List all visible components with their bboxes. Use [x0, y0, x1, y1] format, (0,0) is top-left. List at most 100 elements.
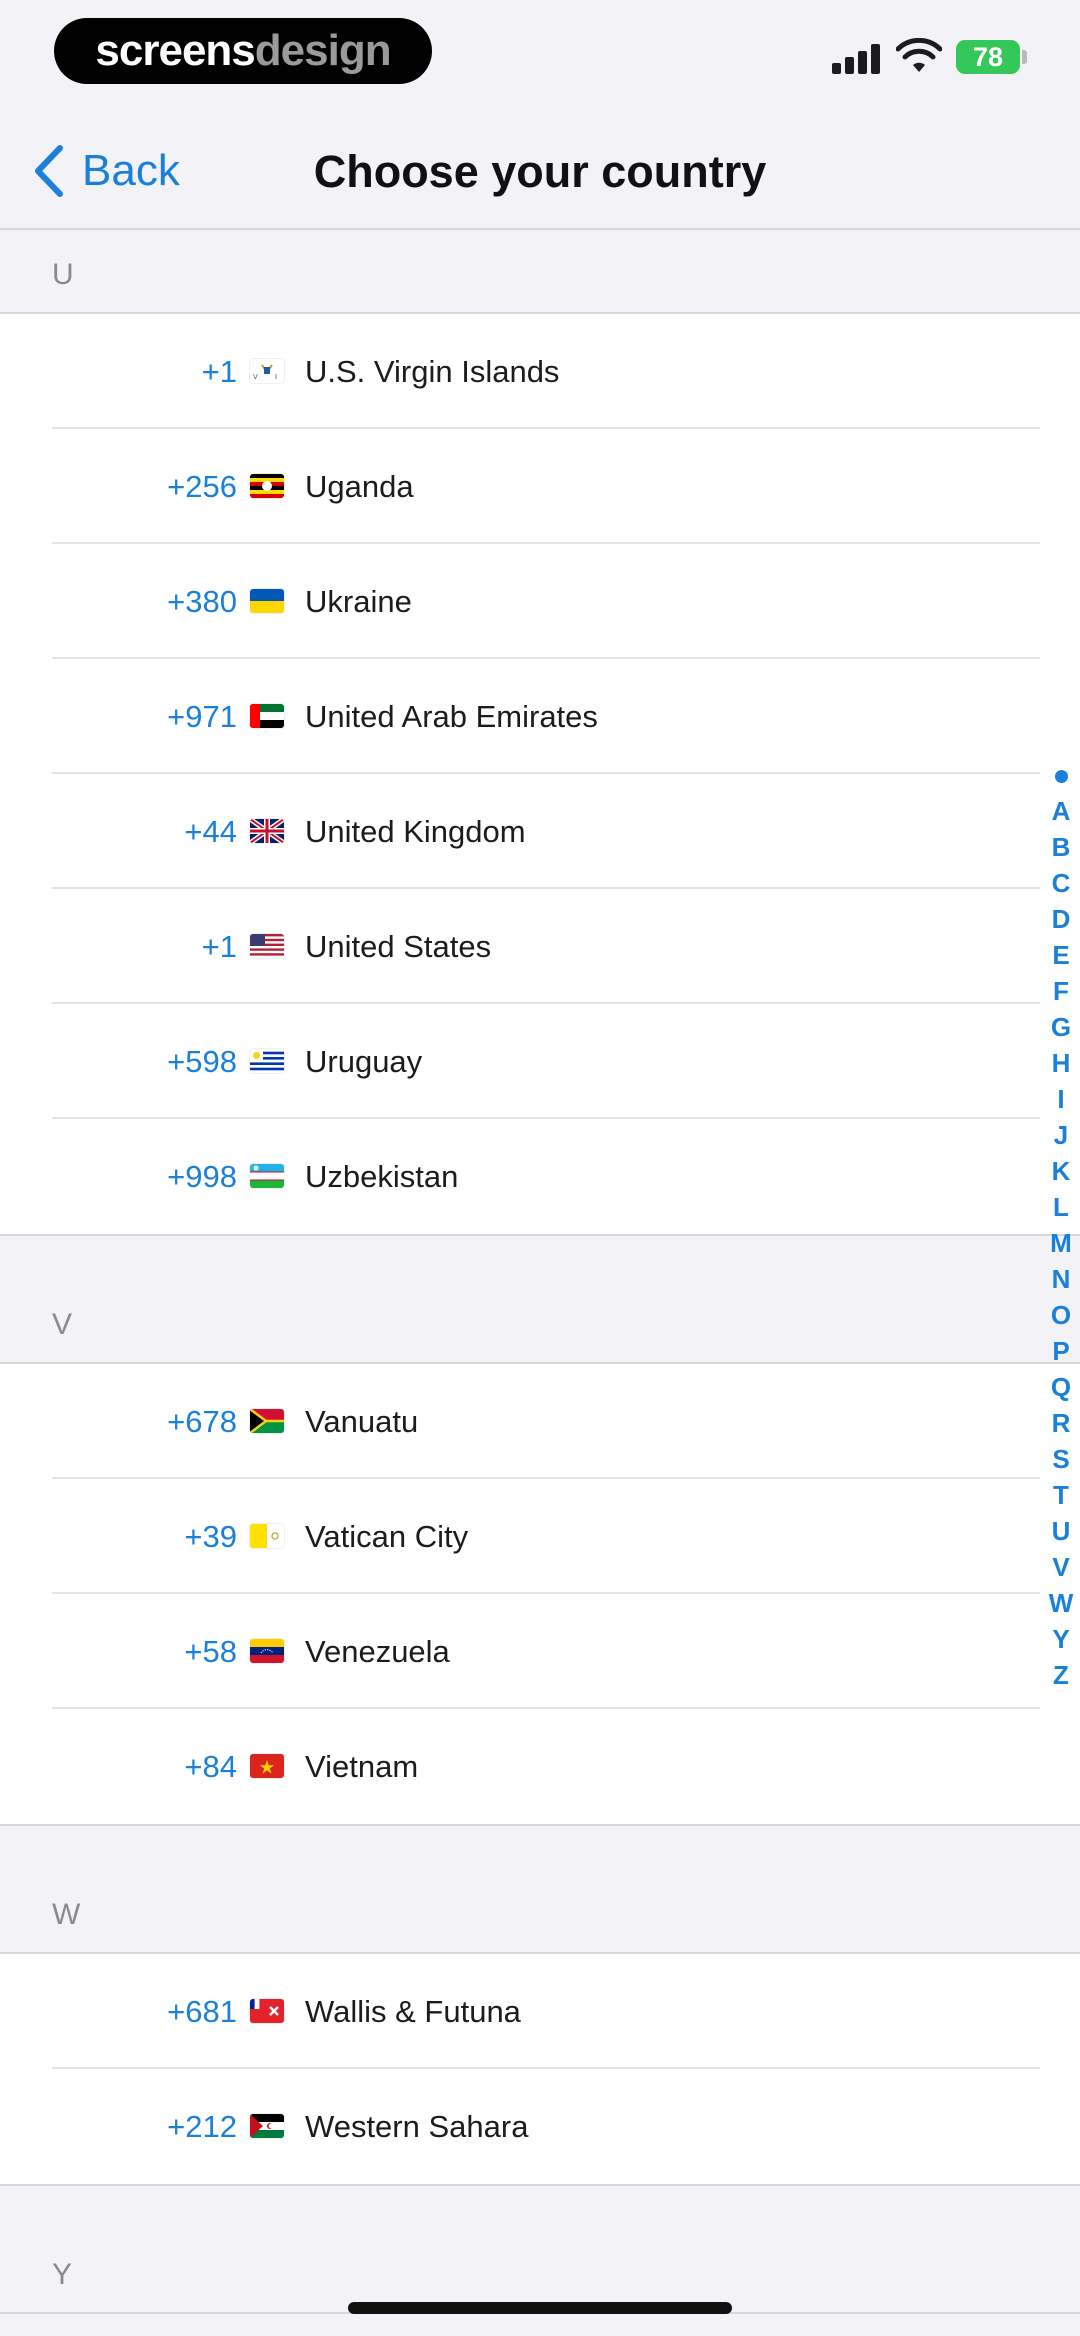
country-picker-screen: screens design 78 Back Choose your countr…: [0, 0, 1080, 2336]
index-letter-k[interactable]: K: [1052, 1153, 1071, 1189]
flag-western-sahara-icon: [250, 2114, 284, 2138]
flag-vietnam-icon: [250, 1754, 284, 1778]
alphabet-index[interactable]: ABCDEFGHIJKLMNOPQRSTUVWYZ: [1046, 770, 1076, 1693]
country-name: Wallis & Futuna: [305, 1993, 521, 2029]
search-index-dot[interactable]: [1054, 770, 1068, 783]
index-letter-p[interactable]: P: [1052, 1333, 1069, 1369]
dial-code: +212: [167, 2108, 237, 2144]
dial-code: +598: [167, 1043, 237, 1079]
index-letter-a[interactable]: A: [1052, 793, 1071, 829]
country-row[interactable]: +598 Uruguay: [0, 1004, 1080, 1119]
flag-wallis-futuna-icon: [250, 1999, 284, 2023]
index-letter-s[interactable]: S: [1052, 1441, 1069, 1477]
index-letter-t[interactable]: T: [1053, 1477, 1069, 1513]
country-row[interactable]: +58 Venezuela: [0, 1594, 1080, 1709]
index-letter-m[interactable]: M: [1050, 1225, 1072, 1261]
dial-code: +380: [167, 583, 237, 619]
index-letter-f[interactable]: F: [1053, 973, 1069, 1009]
watermark-part-1: screens: [95, 26, 255, 75]
index-letter-n[interactable]: N: [1052, 1261, 1071, 1297]
country-row[interactable]: +1 V I U.S. Virgin Islands: [0, 314, 1080, 429]
index-letter-h[interactable]: H: [1052, 1045, 1071, 1081]
status-bar: screens design 78: [0, 0, 1080, 110]
country-row[interactable]: +678 Vanuatu: [0, 1364, 1080, 1479]
flag-vanuatu-icon: [250, 1409, 284, 1433]
index-letter-l[interactable]: L: [1053, 1189, 1069, 1225]
country-row[interactable]: +1 United States: [0, 889, 1080, 1004]
flag-uzbekistan-icon: [250, 1164, 284, 1188]
country-name: Uzbekistan: [305, 1158, 459, 1194]
country-list[interactable]: U +1 V I U.S. Virgin Islands +256 Uganda +380 Uk…: [0, 230, 1080, 2314]
dial-code: +39: [184, 1518, 237, 1554]
battery-icon: 78: [956, 40, 1020, 74]
section-letter: Y: [52, 2258, 73, 2291]
battery-cap: [1022, 50, 1027, 64]
index-letter-g[interactable]: G: [1051, 1009, 1071, 1045]
country-row[interactable]: +44 United Kingdom: [0, 774, 1080, 889]
country-name: Uganda: [305, 468, 414, 504]
cellular-signal-icon: [832, 44, 880, 74]
country-name: Uruguay: [305, 1043, 423, 1079]
battery-level: 78: [972, 41, 1004, 72]
section-header-u: U: [0, 230, 1080, 314]
section-group-w: +681 Wallis & Futuna +212 Western Sahara: [0, 1954, 1080, 2186]
dial-code: +256: [167, 468, 237, 504]
flag-uk-icon: [250, 819, 284, 843]
page-title: Choose your country: [313, 146, 767, 197]
wifi-icon: [896, 38, 942, 72]
country-name: U.S. Virgin Islands: [305, 353, 560, 389]
flag-us-icon: [250, 934, 284, 958]
flag-ukraine-icon: [250, 589, 284, 613]
dial-code: +44: [184, 813, 237, 849]
country-name: United States: [305, 928, 492, 964]
country-row[interactable]: +681 Wallis & Futuna: [0, 1954, 1080, 2069]
section-letter: U: [52, 258, 74, 291]
index-letter-j[interactable]: J: [1054, 1117, 1068, 1153]
section-group-v: +678 Vanuatu +39 Vatican City +58 Venezuela +8…: [0, 1364, 1080, 1826]
index-letter-q[interactable]: Q: [1051, 1369, 1071, 1405]
country-row[interactable]: +39 Vatican City: [0, 1479, 1080, 1594]
country-name: United Kingdom: [305, 813, 526, 849]
dial-code: +678: [167, 1403, 237, 1439]
dial-code: +681: [167, 1993, 237, 2029]
country-name: Venezuela: [305, 1633, 450, 1669]
country-name: Vatican City: [305, 1518, 469, 1554]
section-group-u: +1 V I U.S. Virgin Islands +256 Uganda +380 Ukr…: [0, 314, 1080, 1236]
dial-code: +1: [201, 928, 237, 964]
index-letter-i[interactable]: I: [1057, 1081, 1064, 1117]
section-header-w: W: [0, 1826, 1080, 1954]
svg-text:I: I: [275, 373, 277, 381]
country-row[interactable]: +998 Uzbekistan: [0, 1119, 1080, 1234]
section-letter: W: [52, 1898, 81, 1931]
index-letter-d[interactable]: D: [1052, 901, 1071, 937]
index-letter-c[interactable]: C: [1052, 865, 1071, 901]
dial-code: +1: [201, 353, 237, 389]
country-row[interactable]: +256 Uganda: [0, 429, 1080, 544]
index-letter-o[interactable]: O: [1051, 1297, 1071, 1333]
index-letter-v[interactable]: V: [1052, 1549, 1069, 1585]
flag-uae-icon: [250, 704, 284, 728]
navigation-bar: Back Choose your country: [0, 110, 1080, 230]
flag-uruguay-icon: [250, 1049, 284, 1073]
country-name: United Arab Emirates: [305, 698, 598, 734]
country-row[interactable]: +212 Western Sahara: [0, 2069, 1080, 2184]
country-row[interactable]: +84 Vietnam: [0, 1709, 1080, 1824]
index-letter-e[interactable]: E: [1052, 937, 1069, 973]
country-row[interactable]: +971 United Arab Emirates: [0, 659, 1080, 774]
dial-code: +84: [184, 1748, 237, 1784]
index-letter-b[interactable]: B: [1052, 829, 1071, 865]
dial-code: +998: [167, 1158, 237, 1194]
country-name: Western Sahara: [305, 2108, 529, 2144]
index-letter-w[interactable]: W: [1049, 1585, 1074, 1621]
index-letter-r[interactable]: R: [1052, 1405, 1071, 1441]
svg-text:V: V: [253, 373, 258, 381]
country-name: Ukraine: [305, 583, 412, 619]
flag-vatican-icon: [250, 1524, 284, 1548]
index-letter-y[interactable]: Y: [1052, 1621, 1069, 1657]
section-header-y: Y: [0, 2186, 1080, 2314]
flag-venezuela-icon: [250, 1639, 284, 1663]
index-letter-u[interactable]: U: [1052, 1513, 1071, 1549]
country-row[interactable]: +380 Ukraine: [0, 544, 1080, 659]
screensdesign-watermark: screens design: [54, 18, 432, 84]
index-letter-z[interactable]: Z: [1053, 1657, 1069, 1693]
